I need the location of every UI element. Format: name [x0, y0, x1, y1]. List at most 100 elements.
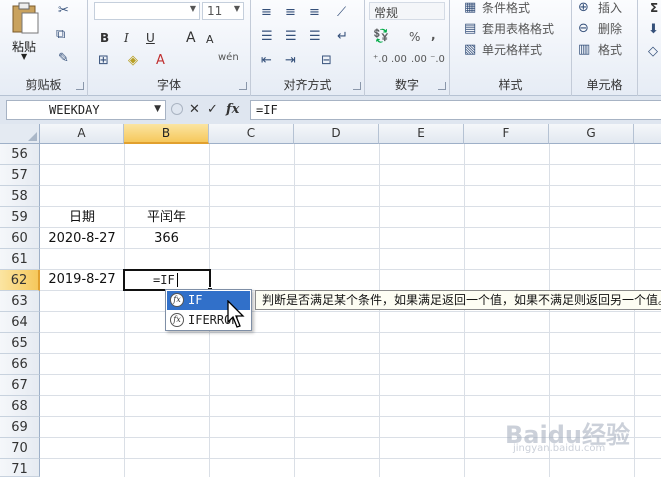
percent-button[interactable]: %	[409, 29, 420, 45]
row-header-66[interactable]: 66	[0, 354, 40, 375]
format-painter-icon[interactable]: ✎	[58, 51, 69, 67]
decrease-indent-icon[interactable]: ⇤	[261, 53, 272, 69]
borders-icon[interactable]: ⊞	[98, 53, 109, 69]
dialog-launcher-icon[interactable]	[353, 82, 361, 90]
shrink-font-button[interactable]: A	[206, 32, 214, 48]
number-format-dropdown[interactable]: 常规	[369, 2, 445, 20]
chevron-down-icon[interactable]: ▼	[154, 104, 161, 114]
insert-icon: ⊕	[578, 0, 589, 15]
row-header-58[interactable]: 58	[0, 186, 40, 207]
row-header-60[interactable]: 60	[0, 228, 40, 249]
dialog-launcher-icon[interactable]	[239, 82, 247, 90]
row-header-57[interactable]: 57	[0, 165, 40, 186]
formula-input[interactable]: =IF	[250, 100, 661, 120]
formula-value: =IF	[256, 103, 278, 117]
italic-button[interactable]: I	[124, 30, 129, 46]
underline-button[interactable]: U	[146, 30, 155, 46]
font-group: ▼ 11 ▼ B I U A A ⊞ ◈ A wén 字体	[88, 0, 251, 96]
column-header-d[interactable]: D	[294, 124, 379, 144]
delete-button[interactable]: ⊖ 删除	[578, 21, 636, 39]
enter-icon[interactable]: ✓	[207, 101, 218, 119]
copy-icon[interactable]: ⧉	[56, 27, 65, 43]
bold-button[interactable]: B	[100, 30, 109, 46]
active-cell-b62[interactable]: =IF	[123, 269, 213, 293]
fill-color-icon[interactable]: ◈	[128, 53, 138, 69]
chevron-down-icon[interactable]: ▼	[21, 52, 27, 61]
delete-label: 删除	[598, 22, 623, 36]
gridline	[40, 311, 661, 312]
row-header-68[interactable]: 68	[0, 396, 40, 417]
currency-icon[interactable]: 💱	[373, 29, 389, 45]
grow-font-button[interactable]: A	[186, 30, 196, 46]
increase-decimal-button[interactable]: ⁺.0 .00	[373, 52, 407, 68]
insert-button[interactable]: ⊕ 插入	[578, 0, 636, 18]
row-header-64[interactable]: 64	[0, 312, 40, 333]
conditional-format-button[interactable]: ▦ 条件格式	[464, 0, 570, 18]
select-all-button[interactable]	[0, 124, 40, 144]
name-box[interactable]: WEEKDAY ▼	[6, 100, 166, 120]
wrap-text-icon[interactable]: ↵	[337, 29, 348, 45]
dialog-launcher-icon[interactable]	[438, 82, 446, 90]
row-header-69[interactable]: 69	[0, 417, 40, 438]
table-format-button[interactable]: ▤ 套用表格格式	[464, 21, 570, 39]
increase-indent-icon[interactable]: ⇥	[285, 53, 296, 69]
align-center-icon[interactable]: ☰	[285, 29, 297, 45]
phonetic-button[interactable]: wén	[218, 50, 239, 66]
font-name-dropdown[interactable]: ▼	[94, 2, 200, 20]
cell-a62[interactable]: 2019-8-27	[40, 270, 124, 290]
gridline	[40, 206, 661, 207]
font-color-icon[interactable]: A	[156, 53, 165, 69]
align-left-icon[interactable]: ☰	[261, 29, 273, 45]
cells-group: ⊕ 插入 ⊖ 删除 ▥ 格式 单元格	[572, 0, 638, 96]
cell-b59[interactable]: 平闰年	[124, 208, 209, 228]
cut-icon[interactable]: ✂	[58, 3, 69, 19]
row-header-63[interactable]: 63	[0, 291, 40, 312]
font-size-dropdown[interactable]: 11 ▼	[202, 2, 244, 20]
column-header-f[interactable]: F	[464, 124, 549, 144]
cell-a60[interactable]: 2020-8-27	[40, 229, 124, 249]
cell-a59[interactable]: 日期	[40, 208, 124, 228]
row-header-61[interactable]: 61	[0, 249, 40, 270]
formula-bar: WEEKDAY ▼ ✕ ✓ fx =IF	[0, 96, 661, 124]
cell-b60[interactable]: 366	[124, 229, 209, 249]
align-top-icon[interactable]: ≡	[261, 5, 272, 21]
grip-icon	[171, 103, 183, 115]
cell-styles-button[interactable]: ▧ 单元格样式	[464, 42, 570, 60]
cells-group-label: 单元格	[586, 78, 623, 92]
cell-styles-label: 单元格样式	[482, 43, 543, 57]
insert-function-icon[interactable]: fx	[226, 101, 239, 119]
align-middle-icon[interactable]: ≡	[285, 5, 296, 21]
column-header-h[interactable]	[634, 124, 661, 144]
table-format-label: 套用表格格式	[482, 22, 555, 36]
align-right-icon[interactable]: ☰	[309, 29, 321, 45]
comma-button[interactable]: ,	[431, 27, 436, 43]
dialog-launcher-icon[interactable]	[76, 82, 84, 90]
row-header-59[interactable]: 59	[0, 207, 40, 228]
paste-button[interactable]: 粘贴 ▼	[6, 2, 46, 61]
cancel-icon[interactable]: ✕	[189, 101, 200, 119]
row-header-62[interactable]: 62	[0, 270, 40, 291]
row-header-67[interactable]: 67	[0, 375, 40, 396]
autocomplete-item-label: IF	[188, 293, 203, 307]
row-header-71[interactable]: 71	[0, 459, 40, 477]
decrease-decimal-button[interactable]: .00 ⁻.0	[411, 52, 445, 68]
fill-icon[interactable]: ⬇	[648, 22, 659, 38]
text-direction-icon[interactable]: ⟋	[337, 5, 346, 21]
align-bottom-icon[interactable]: ≡	[309, 5, 320, 21]
merge-center-icon[interactable]: ⊟	[321, 53, 332, 69]
column-header-e[interactable]: E	[379, 124, 464, 144]
column-header-b[interactable]: B	[124, 124, 209, 144]
format-button[interactable]: ▥ 格式	[578, 42, 636, 60]
clipboard-group-label: 剪贴板	[25, 78, 62, 92]
row-header-56[interactable]: 56	[0, 144, 40, 165]
function-icon: fx	[170, 293, 184, 307]
row-header-70[interactable]: 70	[0, 438, 40, 459]
autosum-button[interactable]: Σ	[650, 0, 658, 16]
number-group: 常规 💱 % , ⁺.0 .00 .00 ⁻.0 数字	[365, 0, 450, 96]
font-group-label: 字体	[156, 78, 181, 92]
row-header-65[interactable]: 65	[0, 333, 40, 354]
column-header-c[interactable]: C	[209, 124, 294, 144]
column-header-g[interactable]: G	[549, 124, 634, 144]
clear-icon[interactable]: ◇	[648, 44, 658, 60]
column-header-a[interactable]: A	[40, 124, 124, 144]
